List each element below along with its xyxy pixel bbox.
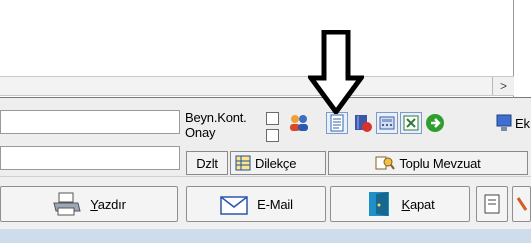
- onay-checkbox[interactable]: [266, 129, 279, 142]
- table-icon: [235, 155, 251, 171]
- dilekce-label: Dilekçe: [255, 155, 297, 171]
- search-docs-icon: [375, 156, 396, 170]
- document-icon[interactable]: [326, 112, 348, 134]
- dilekce-button[interactable]: Dilekçe: [230, 151, 326, 175]
- calculator-icon[interactable]: [376, 112, 398, 134]
- envelope-icon: [220, 196, 248, 215]
- yazdir-button[interactable]: Yazdır: [0, 186, 178, 222]
- note-button[interactable]: [476, 186, 508, 222]
- dzlt-label: Dzlt: [196, 155, 218, 171]
- text-field-1[interactable]: [0, 110, 180, 134]
- email-label: E-Mail: [257, 196, 293, 212]
- go-arrow-icon[interactable]: [424, 112, 446, 134]
- text-field-2[interactable]: [0, 146, 180, 170]
- dzlt-button[interactable]: Dzlt: [186, 151, 228, 175]
- book-badge-icon[interactable]: [352, 112, 374, 134]
- down-arrow-annotation-icon: [308, 30, 364, 114]
- beyn-kont-checkbox[interactable]: [266, 112, 279, 125]
- computer-icon[interactable]: [494, 112, 516, 134]
- scroll-right-arrow-icon: >: [499, 79, 507, 93]
- kapat-hotkey: K: [401, 196, 411, 212]
- onay-label: Onay: [185, 125, 216, 140]
- excel-icon[interactable]: [400, 112, 422, 134]
- kapat-button[interactable]: Kapat: [330, 186, 470, 222]
- users-icon[interactable]: [288, 112, 310, 134]
- horizontal-scrollbar[interactable]: [0, 76, 514, 96]
- ek-label[interactable]: Ek: [515, 116, 530, 131]
- toplu-mevzuat-button[interactable]: Toplu Mevzuat: [328, 151, 528, 175]
- tool-button[interactable]: [512, 186, 531, 222]
- beyn-kont-label: Beyn.Kont.: [185, 110, 247, 125]
- door-exit-icon: [368, 192, 389, 216]
- tool-icon: [516, 197, 527, 211]
- yazdir-hotkey: Y: [90, 196, 98, 212]
- scroll-right-button[interactable]: >: [492, 77, 514, 95]
- toplu-mevzuat-label: Toplu Mevzuat: [399, 155, 481, 171]
- yazdir-label: azdır: [97, 196, 126, 212]
- printer-icon: [53, 192, 81, 216]
- note-icon: [484, 194, 500, 214]
- kapat-label: apat: [409, 196, 435, 212]
- email-button[interactable]: E-Mail: [186, 186, 326, 222]
- bottom-strip: [0, 229, 531, 243]
